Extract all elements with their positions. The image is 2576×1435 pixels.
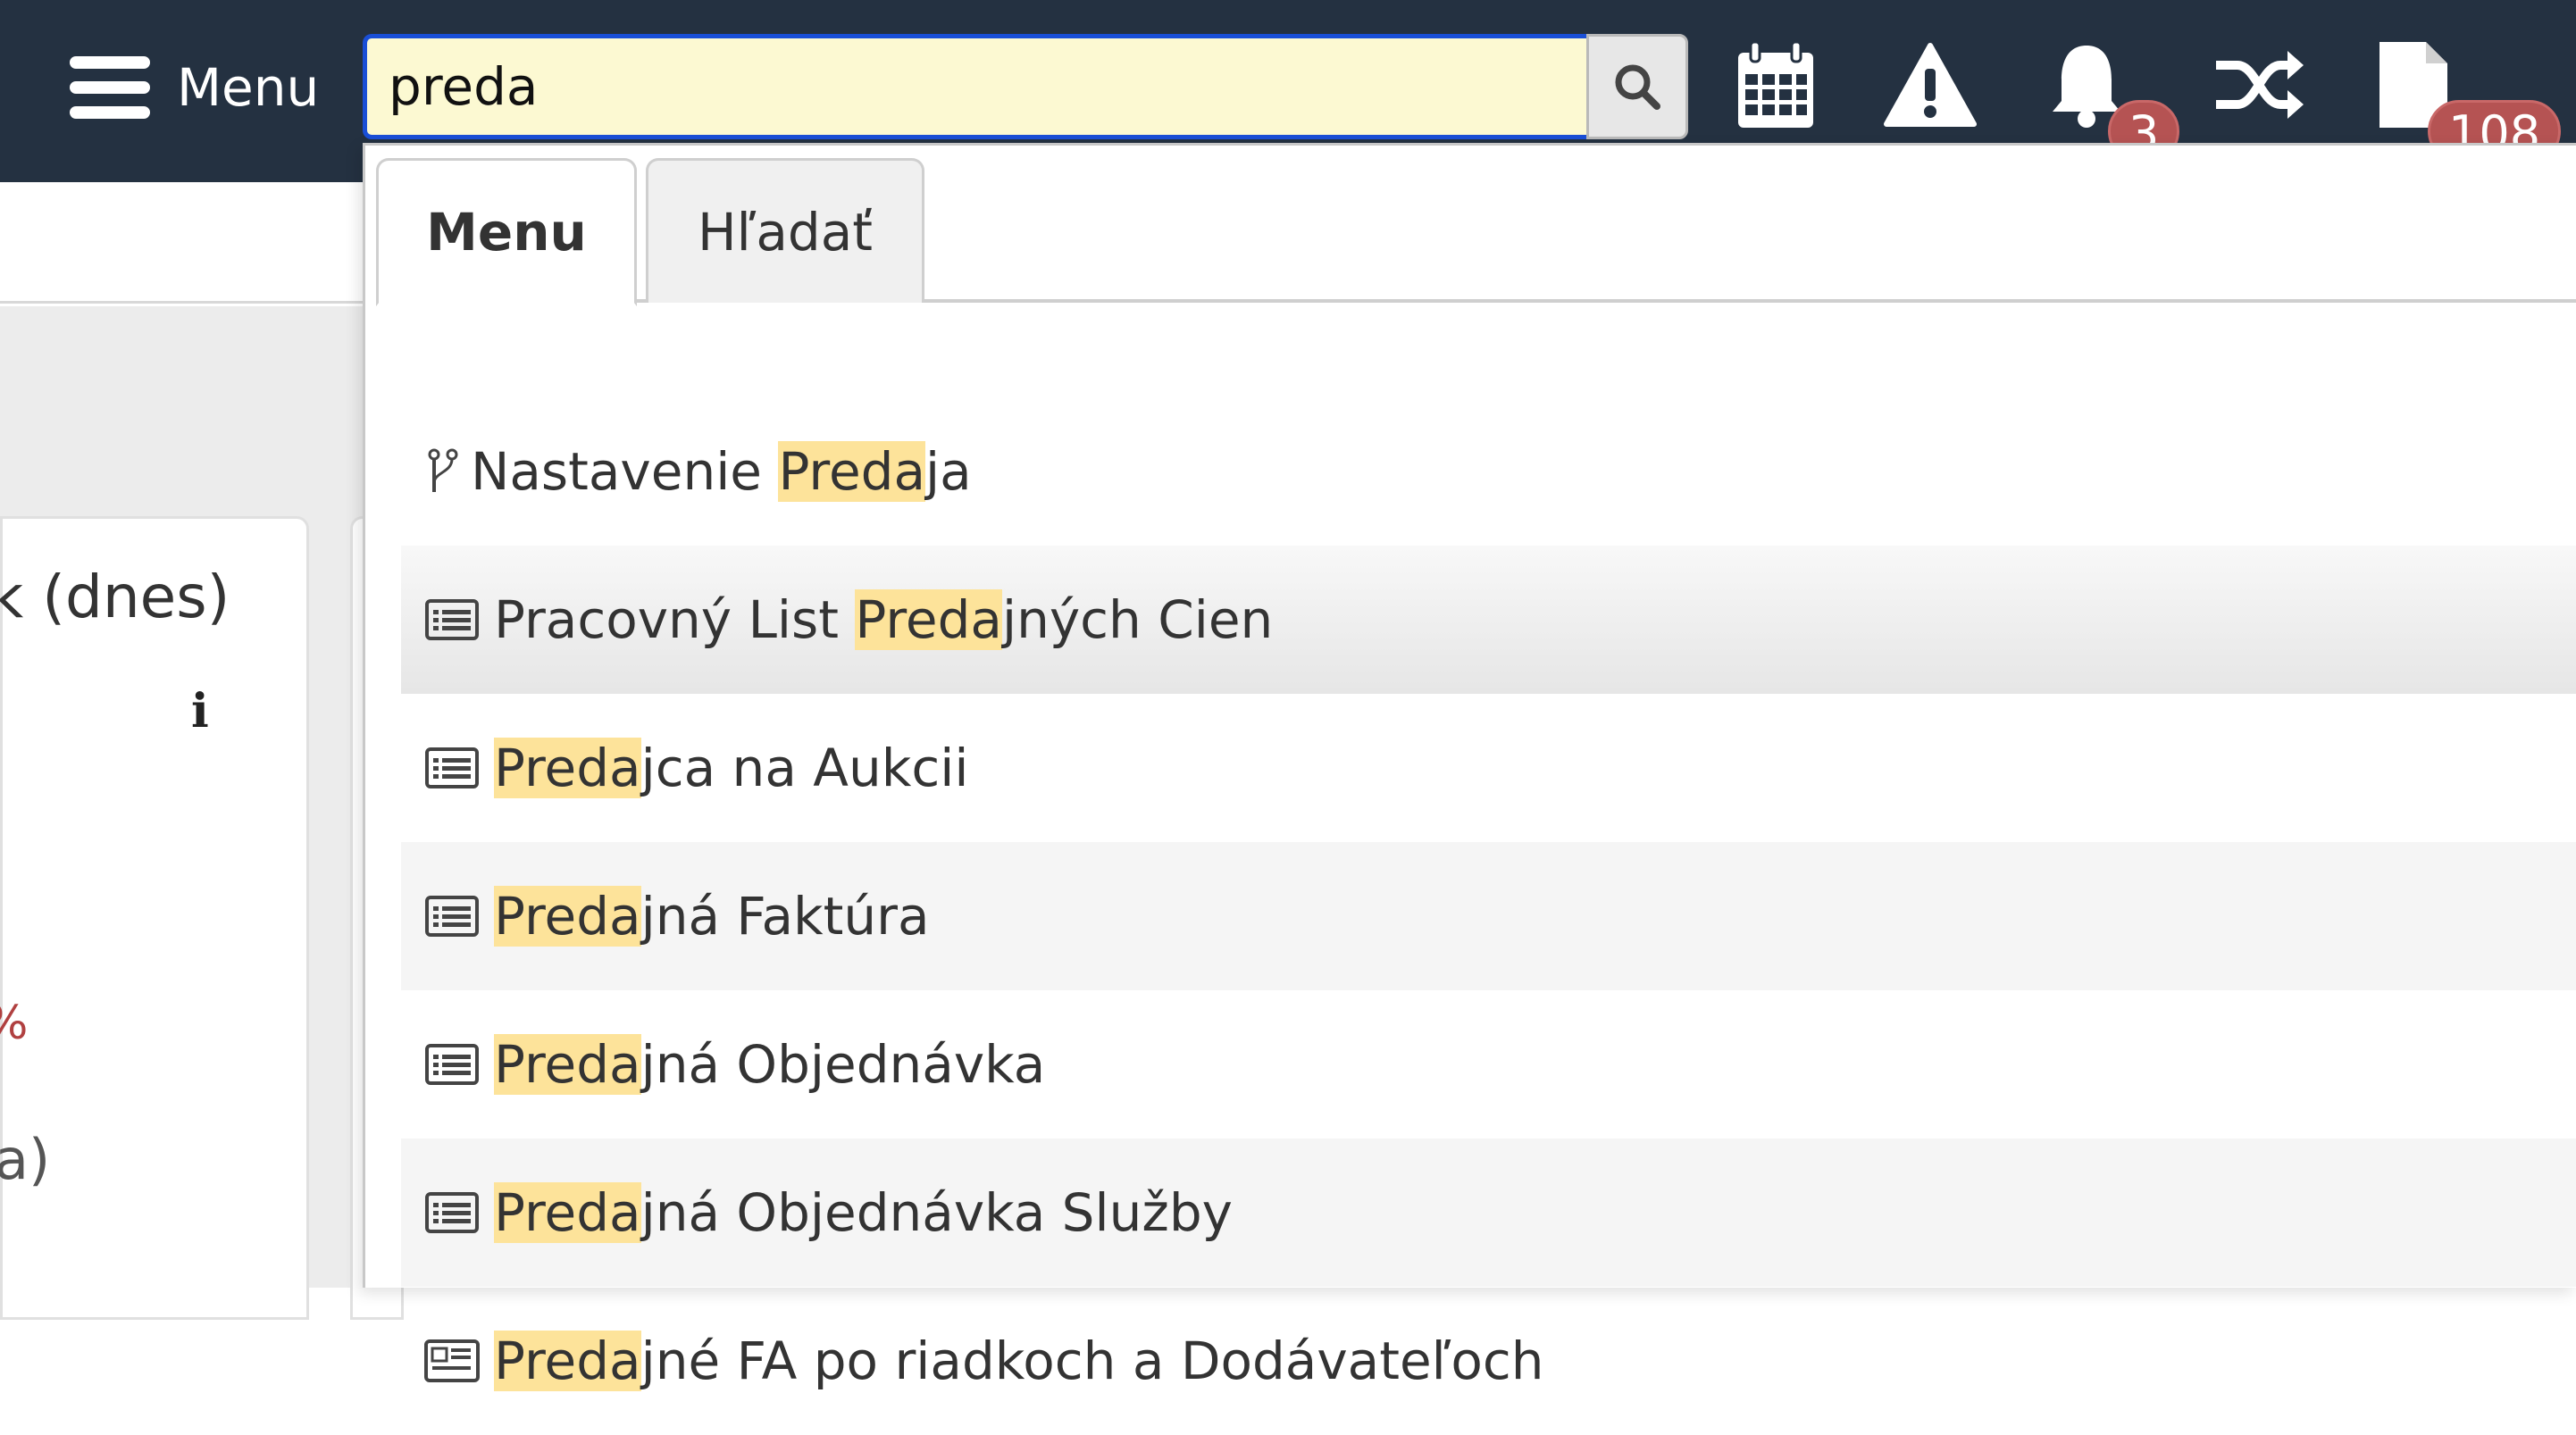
menu-toggle-button[interactable]: Menu xyxy=(70,43,319,132)
results-list: Nastavenie Predaja Pracovný List Predajn… xyxy=(401,397,2576,1435)
result-label: Predajca na Aukcii xyxy=(494,738,969,798)
result-label: Nastavenie Predaja xyxy=(471,441,972,502)
branch-icon xyxy=(424,448,462,493)
dropdown-tabs: Menu Hľadať xyxy=(376,158,2576,306)
card-percentage: % xyxy=(0,997,28,1050)
report-icon xyxy=(424,1339,480,1382)
hamburger-icon xyxy=(70,56,150,119)
result-label: Predajná Faktúra xyxy=(494,886,930,947)
tab-menu[interactable]: Menu xyxy=(376,158,637,306)
page-header-strip xyxy=(0,182,375,304)
list-icon xyxy=(424,1043,480,1086)
shuffle-icon xyxy=(2216,51,2304,119)
warning-icon xyxy=(1884,43,1977,127)
result-item[interactable]: Predajca na Aukcii xyxy=(401,694,2576,842)
result-label: Predajná Objednávka xyxy=(494,1034,1046,1095)
result-label: Predajná Objednávka Služby xyxy=(494,1182,1233,1243)
list-icon xyxy=(424,747,480,789)
dashboard-card xyxy=(0,516,309,1320)
page-toolbar-strip xyxy=(0,306,375,485)
result-item[interactable]: Nastavenie Predaja xyxy=(401,397,2576,546)
tab-search[interactable]: Hľadať xyxy=(646,158,924,303)
result-item[interactable]: Predajná Faktúra xyxy=(401,842,2576,990)
search-dropdown: Menu Hľadať Nastavenie Predaja Pracovný … xyxy=(363,143,2576,1391)
result-item[interactable]: Predajná Objednávka Služby xyxy=(401,1139,2576,1287)
search-icon xyxy=(1615,64,1661,110)
list-icon xyxy=(424,1191,480,1234)
search-button[interactable] xyxy=(1586,34,1688,139)
info-icon[interactable]: i xyxy=(191,684,209,738)
search-input[interactable] xyxy=(363,34,1587,139)
result-item[interactable]: Predajná Objednávka xyxy=(401,990,2576,1139)
warning-button[interactable] xyxy=(1881,36,1979,134)
result-label: Predajné FA po riadkoch a Dodávateľoch xyxy=(494,1331,1544,1391)
shuffle-button[interactable] xyxy=(2212,36,2306,134)
card-title: k (dnes) xyxy=(0,563,230,631)
result-item[interactable]: Predajné FA po riadkoch a Dodávateľoch xyxy=(401,1287,2576,1435)
list-icon xyxy=(424,895,480,938)
global-search xyxy=(363,34,1688,139)
result-label: Pracovný List Predajných Cien xyxy=(494,589,1274,650)
calendar-button[interactable] xyxy=(1733,36,1819,134)
list-icon xyxy=(424,598,480,641)
result-item[interactable]: Pracovný List Predajných Cien xyxy=(401,546,2576,694)
menu-label: Menu xyxy=(177,57,320,118)
card-subtext: a) xyxy=(0,1127,51,1192)
calendar-icon xyxy=(1738,40,1813,128)
